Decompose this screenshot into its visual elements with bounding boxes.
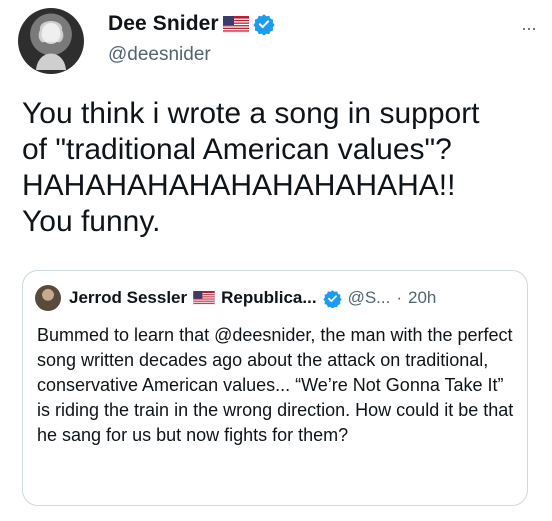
tweet: Dee Snider @deesnider ··· You think i wr… <box>0 0 552 521</box>
quoted-tweet-timestamp[interactable]: 20h <box>408 288 436 308</box>
author-display-name[interactable]: Dee Snider <box>108 12 219 36</box>
author-name-row: Dee Snider <box>108 12 275 36</box>
more-options-icon[interactable]: ··· <box>521 18 537 39</box>
quoted-author-affiliation: Republica... <box>221 288 317 307</box>
tweet-header: Dee Snider @deesnider ··· <box>18 8 538 78</box>
author-handle[interactable]: @deesnider <box>108 44 211 66</box>
quoted-tweet[interactable]: Jerrod Sessler Republica... @S... · 20h … <box>22 270 528 506</box>
us-flag-icon <box>193 291 215 305</box>
us-flag-icon <box>222 15 249 33</box>
verified-badge-icon <box>322 289 342 308</box>
verified-badge-icon <box>253 14 275 35</box>
quoted-author-handle[interactable]: @S... <box>348 288 391 308</box>
quoted-tweet-header: Jerrod Sessler Republica... @S... · 20h <box>35 285 436 311</box>
quoted-tweet-text: Bummed to learn that @deesnider, the man… <box>37 325 514 445</box>
tweet-text: You think i wrote a song in support of "… <box>22 97 480 238</box>
separator-dot: · <box>396 288 402 307</box>
quoted-author-display-name[interactable]: Jerrod Sessler <box>69 288 187 308</box>
quoted-author-avatar[interactable] <box>35 285 61 311</box>
avatar[interactable] <box>18 8 84 74</box>
